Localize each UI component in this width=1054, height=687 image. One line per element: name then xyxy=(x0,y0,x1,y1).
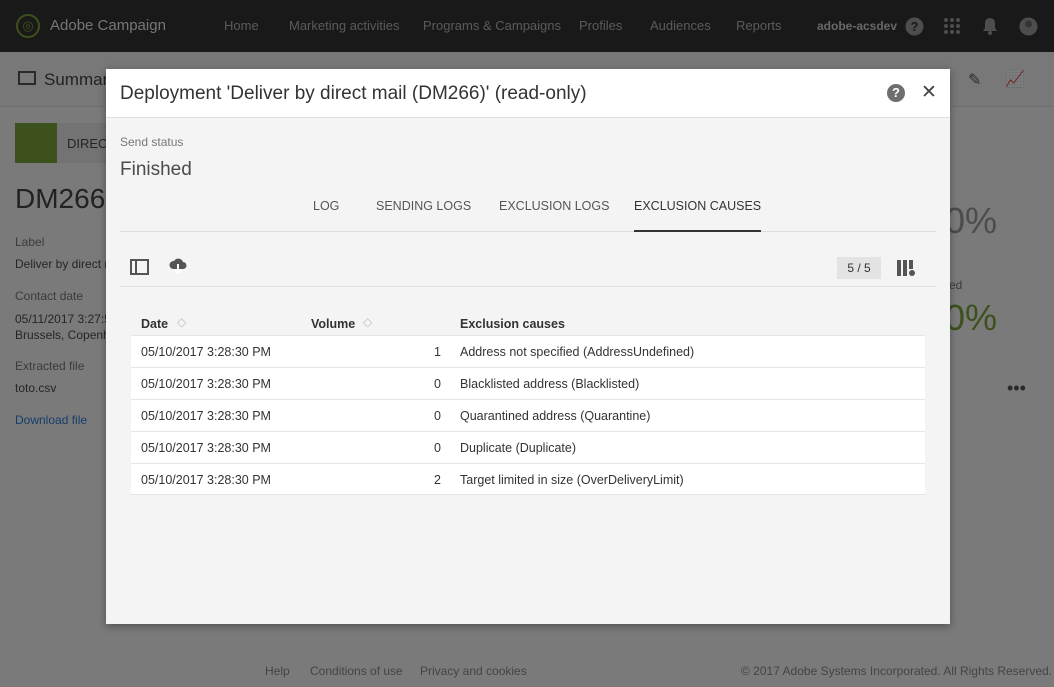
column-exclusion-causes: Exclusion causes xyxy=(460,317,565,331)
row-date: 05/10/2017 3:28:30 PM xyxy=(141,441,271,455)
table-toolbar: 5 / 5 xyxy=(120,249,936,287)
close-icon[interactable]: ✕ xyxy=(921,81,937,104)
dialog-header: Deployment 'Deliver by direct mail (DM26… xyxy=(106,69,950,118)
row-date: 05/10/2017 3:28:30 PM xyxy=(141,377,271,391)
tab-exclusion-logs[interactable]: EXCLUSION LOGS xyxy=(499,199,609,232)
sort-icon[interactable]: ◇ xyxy=(363,315,372,329)
send-status-value: Finished xyxy=(120,159,192,180)
row-counter: 5 / 5 xyxy=(837,257,881,279)
send-status-label: Send status xyxy=(120,135,184,149)
tab-bar: LOG SENDING LOGS EXCLUSION LOGS EXCLUSIO… xyxy=(120,194,936,232)
row-date: 05/10/2017 3:28:30 PM xyxy=(141,409,271,423)
help-icon[interactable]: ? xyxy=(887,84,905,102)
export-cloud-icon[interactable] xyxy=(169,257,187,280)
row-cause: Duplicate (Duplicate) xyxy=(460,441,577,455)
row-volume: 2 xyxy=(434,473,441,487)
row-volume: 0 xyxy=(434,441,441,455)
dialog-title: Deployment 'Deliver by direct mail (DM26… xyxy=(120,83,587,104)
row-cause: Address not specified (AddressUndefined) xyxy=(460,345,695,359)
table-header: Date ◇ Volume ◇ Exclusion causes xyxy=(131,309,925,335)
row-cause: Target limited in size (OverDeliveryLimi… xyxy=(460,473,684,487)
table-row[interactable]: 05/10/2017 3:28:30 PM 0 Duplicate (Dupli… xyxy=(131,431,925,463)
row-volume: 0 xyxy=(434,377,441,391)
sort-icon[interactable]: ◇ xyxy=(177,315,186,329)
deployment-dialog: Deployment 'Deliver by direct mail (DM26… xyxy=(106,69,950,624)
column-settings-icon[interactable] xyxy=(896,259,916,282)
tab-sending-logs[interactable]: SENDING LOGS xyxy=(376,199,471,232)
row-date: 05/10/2017 3:28:30 PM xyxy=(141,473,271,487)
row-cause: Blacklisted address (Blacklisted) xyxy=(460,377,640,391)
tab-exclusion-causes[interactable]: EXCLUSION CAUSES xyxy=(634,199,762,232)
table-row[interactable]: 05/10/2017 3:28:30 PM 1 Address not spec… xyxy=(131,335,925,367)
row-cause: Quarantined address (Quarantine) xyxy=(460,409,651,423)
column-volume[interactable]: Volume xyxy=(311,317,355,331)
table-row[interactable]: 05/10/2017 3:28:30 PM 0 Blacklisted addr… xyxy=(131,367,925,399)
column-date[interactable]: Date xyxy=(141,317,168,331)
toggle-panel-icon[interactable] xyxy=(130,259,149,280)
row-date: 05/10/2017 3:28:30 PM xyxy=(141,345,271,359)
row-volume: 1 xyxy=(434,345,441,359)
table-row[interactable]: 05/10/2017 3:28:30 PM 2 Target limited i… xyxy=(131,463,925,495)
row-volume: 0 xyxy=(434,409,441,423)
table-row[interactable]: 05/10/2017 3:28:30 PM 0 Quarantined addr… xyxy=(131,399,925,431)
tab-log[interactable]: LOG xyxy=(313,199,339,232)
